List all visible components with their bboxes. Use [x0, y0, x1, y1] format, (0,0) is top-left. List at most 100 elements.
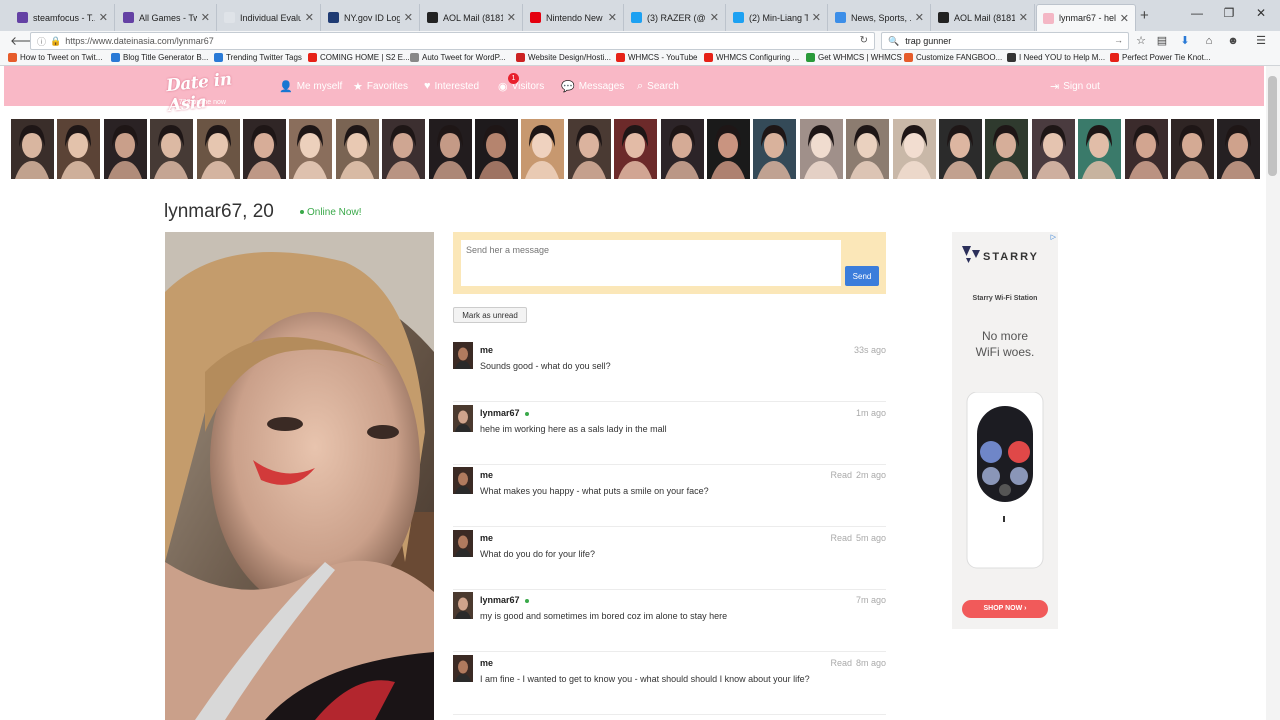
back-icon[interactable]: 🡐: [10, 33, 42, 49]
member-thumbnail[interactable]: [985, 119, 1029, 179]
sender-avatar[interactable]: [453, 655, 473, 682]
maximize-icon[interactable]: ❐: [1219, 6, 1239, 20]
bookmark-item[interactable]: I Need YOU to Help M...: [1007, 53, 1105, 62]
home-icon[interactable]: ⌂: [1201, 33, 1217, 49]
member-thumbnail[interactable]: [243, 119, 286, 179]
bookmark-item[interactable]: Trending Twitter Tags: [214, 53, 302, 62]
bookmark-item[interactable]: Perfect Power Tie Knot...: [1110, 53, 1210, 62]
adchoices-icon[interactable]: ▷: [1051, 233, 1056, 241]
tab-close-icon[interactable]: ✕: [404, 11, 413, 24]
browser-tab[interactable]: (2) Min-Liang T... ✕: [727, 4, 828, 31]
member-thumbnail[interactable]: [1124, 119, 1168, 179]
tab-close-icon[interactable]: ✕: [507, 11, 516, 24]
tab-close-icon[interactable]: ✕: [915, 11, 924, 24]
member-thumbnail[interactable]: [939, 119, 982, 179]
sender-name[interactable]: me: [480, 470, 493, 480]
page-scrollbar[interactable]: [1266, 66, 1280, 720]
search-bar[interactable]: 🔍 trap gunner →: [881, 32, 1129, 50]
sender-avatar[interactable]: [453, 467, 473, 494]
sender-avatar[interactable]: [453, 530, 473, 557]
member-thumbnail[interactable]: [846, 119, 890, 179]
sender-avatar[interactable]: [453, 342, 473, 369]
tab-close-icon[interactable]: ✕: [1019, 11, 1028, 24]
member-thumbnail[interactable]: [103, 119, 147, 179]
site-logo[interactable]: Date in Asia 6 723 online now: [165, 69, 247, 116]
nav-sign-out[interactable]: ⇥ Sign out: [1050, 80, 1100, 93]
sender-name[interactable]: lynmar67: [480, 408, 529, 418]
close-window-icon[interactable]: ✕: [1251, 6, 1271, 20]
advertisement[interactable]: ▷ STARRY Starry Wi-Fi Station No more Wi…: [952, 232, 1058, 629]
nav-me-myself[interactable]: 👤 Me myself: [279, 80, 342, 93]
member-thumbnail[interactable]: [1171, 119, 1214, 179]
member-thumbnail[interactable]: [57, 119, 101, 179]
member-thumbnail[interactable]: [335, 119, 379, 179]
message-input[interactable]: [461, 240, 841, 286]
sender-avatar[interactable]: [453, 592, 473, 619]
chat-icon[interactable]: ☻: [1225, 33, 1241, 49]
tab-close-icon[interactable]: ✕: [99, 11, 108, 24]
browser-tab[interactable]: Nintendo New ... ✕: [524, 4, 624, 31]
bookmark-item[interactable]: Customize FANGBOO...: [904, 53, 1002, 62]
member-thumbnail[interactable]: [567, 119, 611, 179]
browser-tab[interactable]: NY.gov ID Login ✕: [322, 4, 420, 31]
member-thumbnail[interactable]: [382, 119, 426, 179]
info-icon[interactable]: ⓘ: [37, 35, 46, 48]
nav-search[interactable]: ⌕ Search: [637, 80, 679, 93]
browser-tab[interactable]: AOL Mail (8181) ✕: [932, 4, 1035, 31]
download-icon[interactable]: ⬇: [1177, 33, 1193, 49]
bookmark-item[interactable]: WHMCS Configuring ...: [704, 53, 799, 62]
member-thumbnail[interactable]: [892, 119, 936, 179]
browser-tab[interactable]: (3) RAZER (@Ra... ✕: [625, 4, 726, 31]
member-thumbnail[interactable]: [475, 119, 518, 179]
bookmark-item[interactable]: COMING HOME | S2 E...: [308, 53, 410, 62]
member-thumbnail[interactable]: [1078, 119, 1122, 179]
tab-close-icon[interactable]: ✕: [710, 11, 719, 24]
tab-close-icon[interactable]: ✕: [201, 11, 210, 24]
sender-name[interactable]: me: [480, 658, 493, 668]
member-thumbnail[interactable]: [1217, 119, 1261, 179]
member-thumbnail[interactable]: [11, 119, 54, 179]
member-thumbnail[interactable]: [707, 119, 750, 179]
member-thumbnail[interactable]: [521, 119, 565, 179]
member-thumbnail[interactable]: [150, 119, 194, 179]
bookmark-item[interactable]: Blog Title Generator B...: [111, 53, 208, 62]
bookmark-item[interactable]: Get WHMCS | WHMCS: [806, 53, 902, 62]
mark-unread-button[interactable]: Mark as unread: [453, 307, 527, 323]
reading-list-icon[interactable]: ▤: [1154, 33, 1170, 49]
browser-tab[interactable]: steamfocus - T... ✕: [11, 4, 115, 31]
nav-interested[interactable]: ♥ Interested: [424, 80, 479, 92]
reload-icon[interactable]: ↻: [860, 35, 868, 46]
member-thumbnail[interactable]: [289, 119, 333, 179]
browser-tab[interactable]: News, Sports, ... ✕: [829, 4, 931, 31]
bookmark-item[interactable]: Website Design/Hosti...: [516, 53, 611, 62]
new-tab-button[interactable]: +: [1140, 7, 1149, 24]
member-thumbnail[interactable]: [753, 119, 797, 179]
profile-photo[interactable]: [165, 232, 434, 720]
tab-close-icon[interactable]: ✕: [1120, 12, 1129, 25]
bookmark-star-icon[interactable]: ☆: [1133, 33, 1149, 49]
browser-tab[interactable]: AOL Mail (8181) ✕: [421, 4, 523, 31]
minimize-icon[interactable]: —: [1187, 6, 1207, 20]
member-thumbnail[interactable]: [1031, 119, 1075, 179]
address-bar[interactable]: ⓘ 🔒 https://www.dateinasia.com/lynmar67 …: [30, 32, 875, 50]
member-thumbnail[interactable]: [428, 119, 472, 179]
browser-tab[interactable]: lynmar67 - hell... ✕: [1036, 4, 1136, 31]
sender-name[interactable]: lynmar67: [480, 595, 529, 605]
browser-tab[interactable]: Individual Evaluatio... ✕: [218, 4, 321, 31]
member-thumbnail[interactable]: [196, 119, 240, 179]
sender-name[interactable]: me: [480, 345, 493, 355]
tab-close-icon[interactable]: ✕: [608, 11, 617, 24]
bookmark-item[interactable]: How to Tweet on Twit...: [8, 53, 102, 62]
member-thumbnail[interactable]: [660, 119, 704, 179]
sender-name[interactable]: me: [480, 533, 493, 543]
nav-messages[interactable]: 💬 Messages: [561, 80, 624, 93]
nav-visitors[interactable]: ◉ Visitors: [498, 80, 544, 93]
scrollbar-thumb[interactable]: [1268, 76, 1277, 176]
sender-avatar[interactable]: [453, 405, 473, 432]
member-thumbnail[interactable]: [799, 119, 843, 179]
tab-close-icon[interactable]: ✕: [305, 11, 314, 24]
tab-close-icon[interactable]: ✕: [812, 11, 821, 24]
shop-now-button[interactable]: SHOP NOW ›: [962, 600, 1048, 618]
browser-tab[interactable]: All Games - Twi... ✕: [117, 4, 217, 31]
nav-favorites[interactable]: ★ Favorites: [353, 80, 408, 93]
